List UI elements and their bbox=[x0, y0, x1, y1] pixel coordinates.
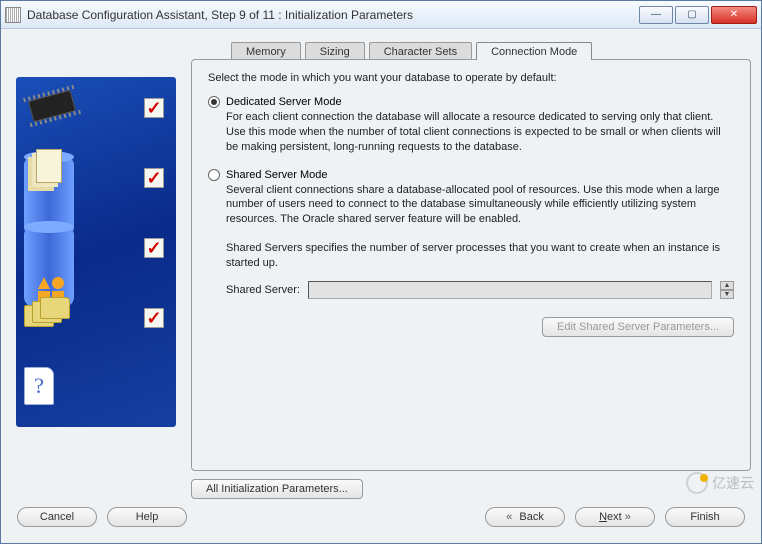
database-docs-icon bbox=[24, 157, 84, 199]
main-panel: Memory Sizing Character Sets Connection … bbox=[191, 37, 751, 499]
radio-shared-label: Shared Server Mode bbox=[226, 169, 328, 181]
minimize-button[interactable]: — bbox=[639, 6, 673, 24]
tab-connection-mode[interactable]: Connection Mode bbox=[476, 42, 592, 60]
spin-up-button: ▲ bbox=[720, 281, 734, 290]
maximize-button[interactable]: ▢ bbox=[675, 6, 709, 24]
step-check-3: ✓ bbox=[144, 238, 164, 258]
radio-dot-icon bbox=[208, 96, 220, 108]
watermark: 亿速云 bbox=[686, 472, 754, 494]
shared-server-row: Shared Server: ▲ ▼ bbox=[226, 281, 734, 299]
intro-text: Select the mode in which you want your d… bbox=[208, 72, 734, 84]
window-controls: — ▢ ✕ bbox=[637, 6, 757, 24]
watermark-logo-icon bbox=[686, 472, 708, 494]
tab-panel-connection-mode: Select the mode in which you want your d… bbox=[191, 59, 751, 471]
close-button[interactable]: ✕ bbox=[711, 6, 757, 24]
chip-icon bbox=[24, 87, 84, 129]
next-label: N bbox=[599, 511, 607, 523]
shared-desc: Several client connections share a datab… bbox=[226, 183, 734, 228]
radio-dedicated[interactable]: Dedicated Server Mode bbox=[208, 96, 734, 108]
step-check-2: ✓ bbox=[144, 168, 164, 188]
wizard-sidebar: ✓ ✓ bbox=[11, 37, 181, 499]
folders-icon bbox=[24, 297, 84, 339]
tab-character-sets[interactable]: Character Sets bbox=[369, 42, 472, 60]
next-button[interactable]: Next bbox=[575, 507, 655, 527]
tab-sizing[interactable]: Sizing bbox=[305, 42, 365, 60]
watermark-text: 亿速云 bbox=[712, 473, 754, 493]
edit-shared-params-button: Edit Shared Server Parameters... bbox=[542, 317, 734, 337]
shared-servers-note: Shared Servers specifies the number of s… bbox=[226, 241, 734, 271]
shared-server-label: Shared Server: bbox=[226, 284, 300, 296]
radio-shared[interactable]: Shared Server Mode bbox=[208, 169, 734, 181]
shared-server-spinner: ▲ ▼ bbox=[720, 281, 734, 299]
radio-dot-icon bbox=[208, 169, 220, 181]
wizard-footer: Cancel Help Back Next Finish bbox=[11, 499, 751, 535]
window-title: Database Configuration Assistant, Step 9… bbox=[27, 8, 637, 22]
database-shapes-icon bbox=[24, 227, 84, 269]
app-window: Database Configuration Assistant, Step 9… bbox=[0, 0, 762, 544]
cancel-button[interactable]: Cancel bbox=[17, 507, 97, 527]
help-button[interactable]: Help bbox=[107, 507, 187, 527]
step-check-4: ✓ bbox=[144, 308, 164, 328]
titlebar: Database Configuration Assistant, Step 9… bbox=[1, 1, 761, 29]
client-area: ✓ ✓ bbox=[1, 29, 761, 543]
step-check-1: ✓ bbox=[144, 98, 164, 118]
spin-down-button: ▼ bbox=[720, 290, 734, 299]
question-doc-icon: ? bbox=[24, 367, 84, 409]
dedicated-desc: For each client connection the database … bbox=[226, 110, 734, 155]
shared-server-input bbox=[308, 281, 712, 299]
tab-memory[interactable]: Memory bbox=[231, 42, 301, 60]
all-init-params-button[interactable]: All Initialization Parameters... bbox=[191, 479, 363, 499]
radio-dedicated-label: Dedicated Server Mode bbox=[226, 96, 342, 108]
back-button[interactable]: Back bbox=[485, 507, 565, 527]
tab-strip: Memory Sizing Character Sets Connection … bbox=[191, 37, 751, 59]
app-icon bbox=[5, 7, 21, 23]
finish-button[interactable]: Finish bbox=[665, 507, 745, 527]
